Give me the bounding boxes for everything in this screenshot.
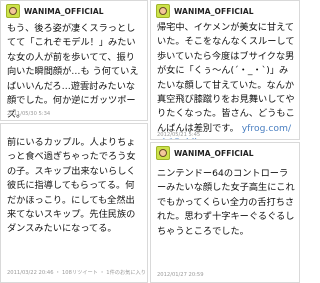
username[interactable]: WANIMA_OFFICIAL [174,7,254,16]
tweet-text: もう、後ろ姿が凄くスラっとしてて「これぞモデル！」みたいな女の人が前を歩いてて、… [7,23,139,121]
tweet-header: WANIMA_OFFICIAL [156,146,254,160]
avatar[interactable] [156,146,170,160]
tweet-text: ニンテンドー64のコントローラーみたいな顔した女子高生にこれでもかってくらい全力… [157,168,295,237]
avatar[interactable] [156,4,170,18]
avatar[interactable] [6,4,20,18]
tweet-card: WANIMA_OFFICIAL もう、後ろ姿が凄くスラっとしてて「これぞモデル！… [0,0,148,121]
tweet-timestamp[interactable]: 2011/05/30 5:34 [7,111,50,117]
tweet-timestamp[interactable]: 2012/01/27 20:59 [157,272,204,278]
tweet-card: WANIMA_OFFICIAL ニンテンドー64のコントローラーみたいな顔した女… [150,142,300,283]
tweet-text: 前にいるカップル。人よりちょっと食べ過ぎちゃったでろう女の子。スキップ出来ないら… [7,137,136,235]
tweet-header: WANIMA_OFFICIAL [156,4,254,18]
tweet-text: 帰宅中、イケメンが美女に甘えていた。そこをなんなくスルーして歩いていたら今度はブ… [157,21,295,139]
tweet-text-content: 帰宅中、イケメンが美女に甘えていた。そこをなんなくスルーして歩いていたら今度はブ… [157,22,295,134]
tweet-card: 前にいるカップル。人よりちょっと食べ過ぎちゃったでろう女の子。スキップ出来ないら… [0,123,148,283]
tweet-card: WANIMA_OFFICIAL 帰宅中、イケメンが美女に甘えていた。そこをなんな… [150,0,300,140]
username[interactable]: WANIMA_OFFICIAL [24,7,104,16]
tweet-timestamp[interactable]: 2012/05/21 5:45 [157,132,200,138]
tweet-timestamp[interactable]: 2011/03/22 20:46 ・ 108リツイート ・ 1件のお気に入り [7,269,146,276]
tweet-header: WANIMA_OFFICIAL [6,4,104,18]
username[interactable]: WANIMA_OFFICIAL [174,149,254,158]
